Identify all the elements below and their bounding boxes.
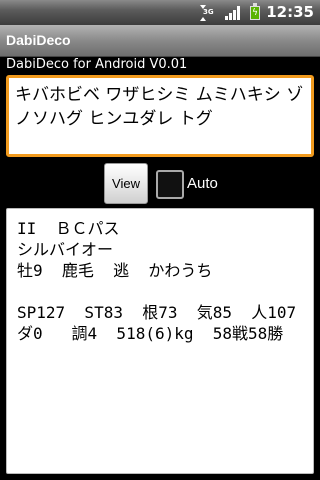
result-line: II ＢＣパス xyxy=(17,219,120,238)
3g-data-icon: 3G xyxy=(200,5,214,21)
result-line: シルバイオー xyxy=(17,240,114,259)
result-line: ダ0 調4 518(6)kg 58戦58勝 xyxy=(17,324,284,343)
signal-strength-icon xyxy=(225,6,241,20)
result-line xyxy=(17,281,303,302)
network-type-label: 3G xyxy=(203,8,214,16)
view-button[interactable]: View xyxy=(104,163,148,204)
app-title: DabiDeco xyxy=(6,32,71,48)
version-text: DabiDeco for Android V0.01 xyxy=(6,57,188,72)
result-line: SP127 ST83 根73 気85 人107 xyxy=(17,303,297,322)
status-bar: 3G ϟ 12:35 xyxy=(0,0,320,25)
result-line: 牡9 鹿毛 逃 かわうち xyxy=(17,261,213,280)
title-bar: DabiDeco xyxy=(0,25,320,57)
status-time: 12:35 xyxy=(266,3,314,21)
auto-label: Auto xyxy=(187,175,218,192)
password-input[interactable]: キバホビベ ワザヒシミ ムミハキシ ゾノソハグ ヒンユダレ トグ xyxy=(6,75,314,157)
result-panel: II ＢＣパス シルバイオー 牡9 鹿毛 逃 かわうち SP127 ST83 根… xyxy=(6,208,314,474)
auto-checkbox[interactable] xyxy=(156,170,184,199)
battery-charging-icon: ϟ xyxy=(250,3,260,20)
